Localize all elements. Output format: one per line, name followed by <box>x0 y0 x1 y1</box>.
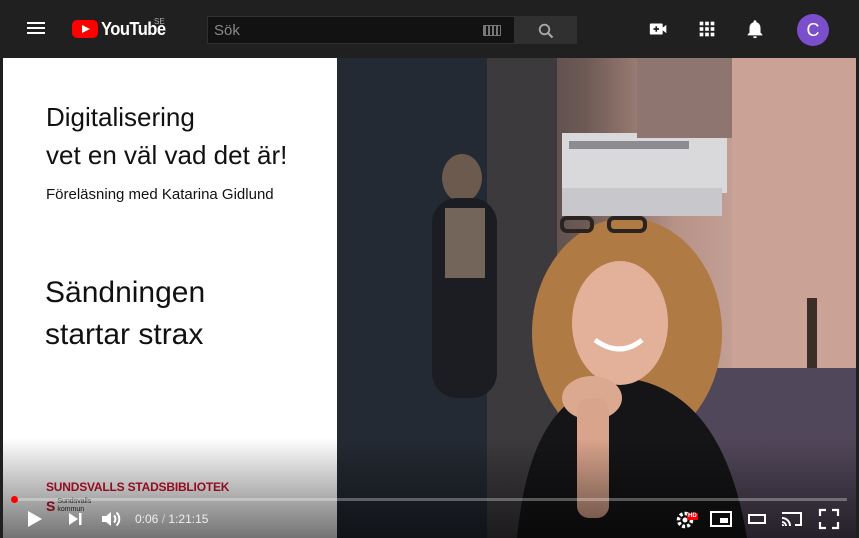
theater-mode-icon[interactable] <box>745 507 769 531</box>
broadcast-status-line: Sändningen <box>45 276 206 309</box>
volume-icon[interactable] <box>99 507 123 531</box>
scrubber-handle[interactable] <box>11 496 18 503</box>
slide-title-line: vet en väl vad det är! <box>46 140 288 170</box>
hd-badge: HD <box>687 513 698 520</box>
cast-icon[interactable] <box>780 507 804 531</box>
duration: 1:21:15 <box>168 512 209 526</box>
slide-title-line: Digitalisering <box>46 102 195 132</box>
current-time: 0:06 <box>135 512 159 526</box>
slide-title: Digitalisering vet en väl vad det är! <box>46 98 287 174</box>
progress-bar[interactable] <box>11 496 847 503</box>
video-player[interactable]: Digitalisering vet en väl vad det är! Fö… <box>3 58 856 538</box>
time-separator: / <box>161 512 166 526</box>
time-display: 0:06 / 1:21:15 <box>135 512 208 526</box>
next-icon[interactable] <box>65 507 85 531</box>
slide-panel: Digitalisering vet en väl vad det är! Fö… <box>3 58 337 538</box>
youtube-logo[interactable]: YouTube SE <box>72 17 171 41</box>
youtube-play-logo-icon <box>72 20 98 38</box>
slide-subtitle: Föreläsning med Katarina Gidlund <box>46 186 274 203</box>
country-code: SE <box>154 17 165 26</box>
search-icon <box>538 23 554 39</box>
play-icon[interactable] <box>25 507 45 531</box>
avatar[interactable]: C <box>797 14 829 46</box>
menu-icon[interactable] <box>24 19 48 39</box>
library-logo: SUNDSVALLS STADSBIBLIOTEK <box>46 480 230 494</box>
miniplayer-icon[interactable] <box>709 507 733 531</box>
keyboard-icon[interactable] <box>483 25 501 36</box>
search-button[interactable] <box>514 16 577 44</box>
masthead: YouTube SE C <box>0 0 859 58</box>
fullscreen-icon[interactable] <box>817 507 841 531</box>
notifications-icon[interactable] <box>744 18 766 40</box>
broadcast-status: Sändningen startar strax <box>45 272 205 356</box>
search-input[interactable] <box>208 17 478 43</box>
speaker-photo <box>337 58 856 538</box>
apps-icon[interactable] <box>696 18 718 40</box>
search-box <box>207 16 514 44</box>
broadcast-status-line: startar strax <box>45 318 204 351</box>
create-video-icon[interactable] <box>648 18 670 40</box>
